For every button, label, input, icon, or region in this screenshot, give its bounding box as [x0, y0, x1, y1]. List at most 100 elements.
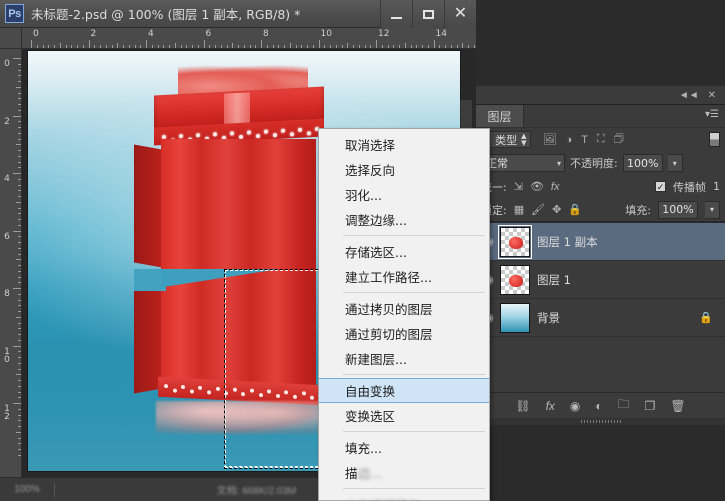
unify-style-icon[interactable]: fx: [551, 181, 560, 193]
menu-item-label-blurred: 边...: [357, 466, 382, 481]
unify-visibility-icon[interactable]: 👁: [530, 180, 544, 193]
layer-name-label[interactable]: 图层 1: [537, 272, 571, 288]
unify-position-icon[interactable]: ⇲: [514, 180, 523, 193]
vertical-ruler[interactable]: 0 2 4 6 8 10 12: [0, 49, 22, 477]
link-layers-icon[interactable]: ⛓: [515, 399, 530, 413]
ruler-tick: [318, 40, 320, 48]
opacity-dropdown-icon[interactable]: ▾: [667, 154, 683, 172]
ruler-corner[interactable]: [0, 28, 22, 49]
layer-name-label[interactable]: 图层 1 副本: [537, 234, 598, 250]
propagate-frames-checkbox[interactable]: ✓: [655, 181, 666, 192]
ruler-tick: [324, 45, 326, 48]
context-menu-item[interactable]: 羽化...: [319, 182, 489, 207]
tab-layers[interactable]: 图层: [476, 105, 524, 127]
context-menu-item[interactable]: 存储选区...: [319, 239, 489, 264]
context-menu-item[interactable]: 自由变换: [319, 378, 489, 403]
ruler-tick: [16, 431, 21, 433]
maximize-button[interactable]: [412, 0, 444, 28]
filter-toggle-icon[interactable]: [709, 132, 720, 147]
context-menu-item[interactable]: 变换选区: [319, 403, 489, 428]
minimize-button[interactable]: [380, 0, 412, 28]
layer-row[interactable]: ◉背景🔒: [476, 299, 725, 337]
fill-value[interactable]: 100%: [658, 200, 698, 219]
close-button[interactable]: ✕: [444, 0, 476, 28]
horizontal-ruler[interactable]: 0 2 4 6 8 10 12 14: [22, 28, 476, 49]
reflection-blur-shape: [156, 401, 326, 435]
context-menu-item[interactable]: 取消选择: [319, 132, 489, 157]
new-adjustment-layer-icon[interactable]: ◐: [595, 399, 602, 413]
lock-position-icon[interactable]: ✥: [552, 203, 561, 216]
lock-image-icon[interactable]: 🖌: [531, 203, 545, 216]
ruler-tick: [13, 58, 21, 59]
context-menu-item[interactable]: 通过剪切的图层: [319, 321, 489, 346]
layer-name-label[interactable]: 背景: [537, 310, 560, 326]
ruler-tick: [13, 173, 21, 174]
context-menu-item[interactable]: 选择反向: [319, 157, 489, 182]
layer-list[interactable]: ◉图层 1 副本◉图层 1◉背景🔒: [476, 222, 725, 392]
layer-row[interactable]: ◉图层 1 副本: [476, 223, 725, 261]
blend-mode-select[interactable]: 正常 ▾: [481, 154, 565, 172]
app-logo-icon: Ps: [5, 4, 24, 23]
context-menu[interactable]: 取消选择 选择反向 羽化... 调整边缘... 存储选区... 建立工作路径... 通过拷贝…: [318, 128, 490, 501]
gem-dot: [267, 389, 272, 394]
opacity-value[interactable]: 100%: [622, 154, 663, 172]
layer-thumbnail[interactable]: [500, 264, 530, 295]
gem-dot: [215, 386, 220, 391]
fill-dropdown-icon[interactable]: ▾: [705, 200, 720, 219]
collapse-panel-icon[interactable]: ◄◄: [679, 90, 699, 101]
layer-mask-icon[interactable]: ◉: [570, 399, 580, 413]
new-layer-icon[interactable]: ❐: [645, 399, 656, 413]
context-menu-item[interactable]: 调整边缘...: [319, 207, 489, 232]
ruler-tick: [416, 45, 418, 48]
ruler-tick: [71, 45, 73, 48]
ruler-tick: [186, 45, 188, 48]
ruler-tick: [13, 115, 21, 117]
ruler-tick: [140, 45, 142, 48]
reflection-cut-top: [161, 269, 316, 293]
panel-resize-grip[interactable]: [476, 418, 725, 425]
lock-transparency-icon[interactable]: ▦: [514, 203, 524, 216]
context-menu-item[interactable]: 通过拷贝的图层: [319, 296, 489, 321]
gem-dot: [213, 132, 217, 137]
new-group-icon[interactable]: 🗀: [618, 395, 630, 416]
type-layer-icon[interactable]: T: [581, 134, 588, 146]
smart-object-icon[interactable]: 🗇: [614, 130, 624, 149]
panel-menu-icon[interactable]: ▾☰: [705, 110, 719, 120]
lock-all-icon[interactable]: 🔒: [568, 203, 582, 216]
title-bar: Ps 未标题-2.psd @ 100% (图层 1 副本, RGB/8) * ✕: [0, 0, 476, 28]
gem-dot: [284, 390, 289, 395]
context-menu-item[interactable]: 描边...: [319, 460, 489, 485]
ruler-tick: [232, 43, 234, 48]
blend-mode-row: 正常 ▾ 不透明度: 100% ▾: [476, 151, 725, 175]
close-panel-icon[interactable]: ✕: [708, 90, 716, 101]
context-menu-item[interactable]: 新建图层...: [319, 346, 489, 371]
ruler-tick-label: 6: [205, 29, 212, 39]
layer-thumbnail[interactable]: [500, 302, 530, 333]
pixel-layer-icon[interactable]: 🖼: [543, 133, 557, 146]
ruler-tick: [18, 368, 21, 370]
ruler-tick: [16, 144, 21, 146]
ruler-tick: [18, 322, 21, 324]
opacity-label: 不透明度:: [570, 157, 618, 170]
context-menu-item[interactable]: 填充...: [319, 435, 489, 460]
ruler-tick: [18, 219, 21, 220]
layer-thumbnail[interactable]: [498, 224, 532, 259]
delete-layer-icon[interactable]: 🗑: [670, 399, 685, 413]
context-menu-item[interactable]: 建立工作路径...: [319, 264, 489, 289]
context-menu-separator: [343, 488, 485, 489]
ruler-tick: [249, 45, 251, 48]
layer-row[interactable]: ◉图层 1: [476, 261, 725, 299]
shape-layer-icon[interactable]: ⛶: [597, 133, 605, 146]
zoom-level-field[interactable]: 100%: [0, 484, 54, 495]
ruler-tick: [18, 109, 21, 111]
ruler-tick: [18, 236, 21, 238]
ruler-tick: [18, 420, 21, 422]
ruler-tick-label: 4: [148, 29, 154, 39]
context-menu-item: 上次滤镜操作: [319, 492, 489, 500]
adjustment-layer-icon[interactable]: ◑: [566, 134, 573, 146]
stepper-icon[interactable]: ▲ ▼: [521, 132, 526, 147]
ruler-tick: [197, 45, 199, 48]
layer-style-fx-icon[interactable]: fx: [546, 399, 555, 413]
ruler-tick: [18, 121, 21, 123]
ruler-tick: [18, 81, 21, 82]
